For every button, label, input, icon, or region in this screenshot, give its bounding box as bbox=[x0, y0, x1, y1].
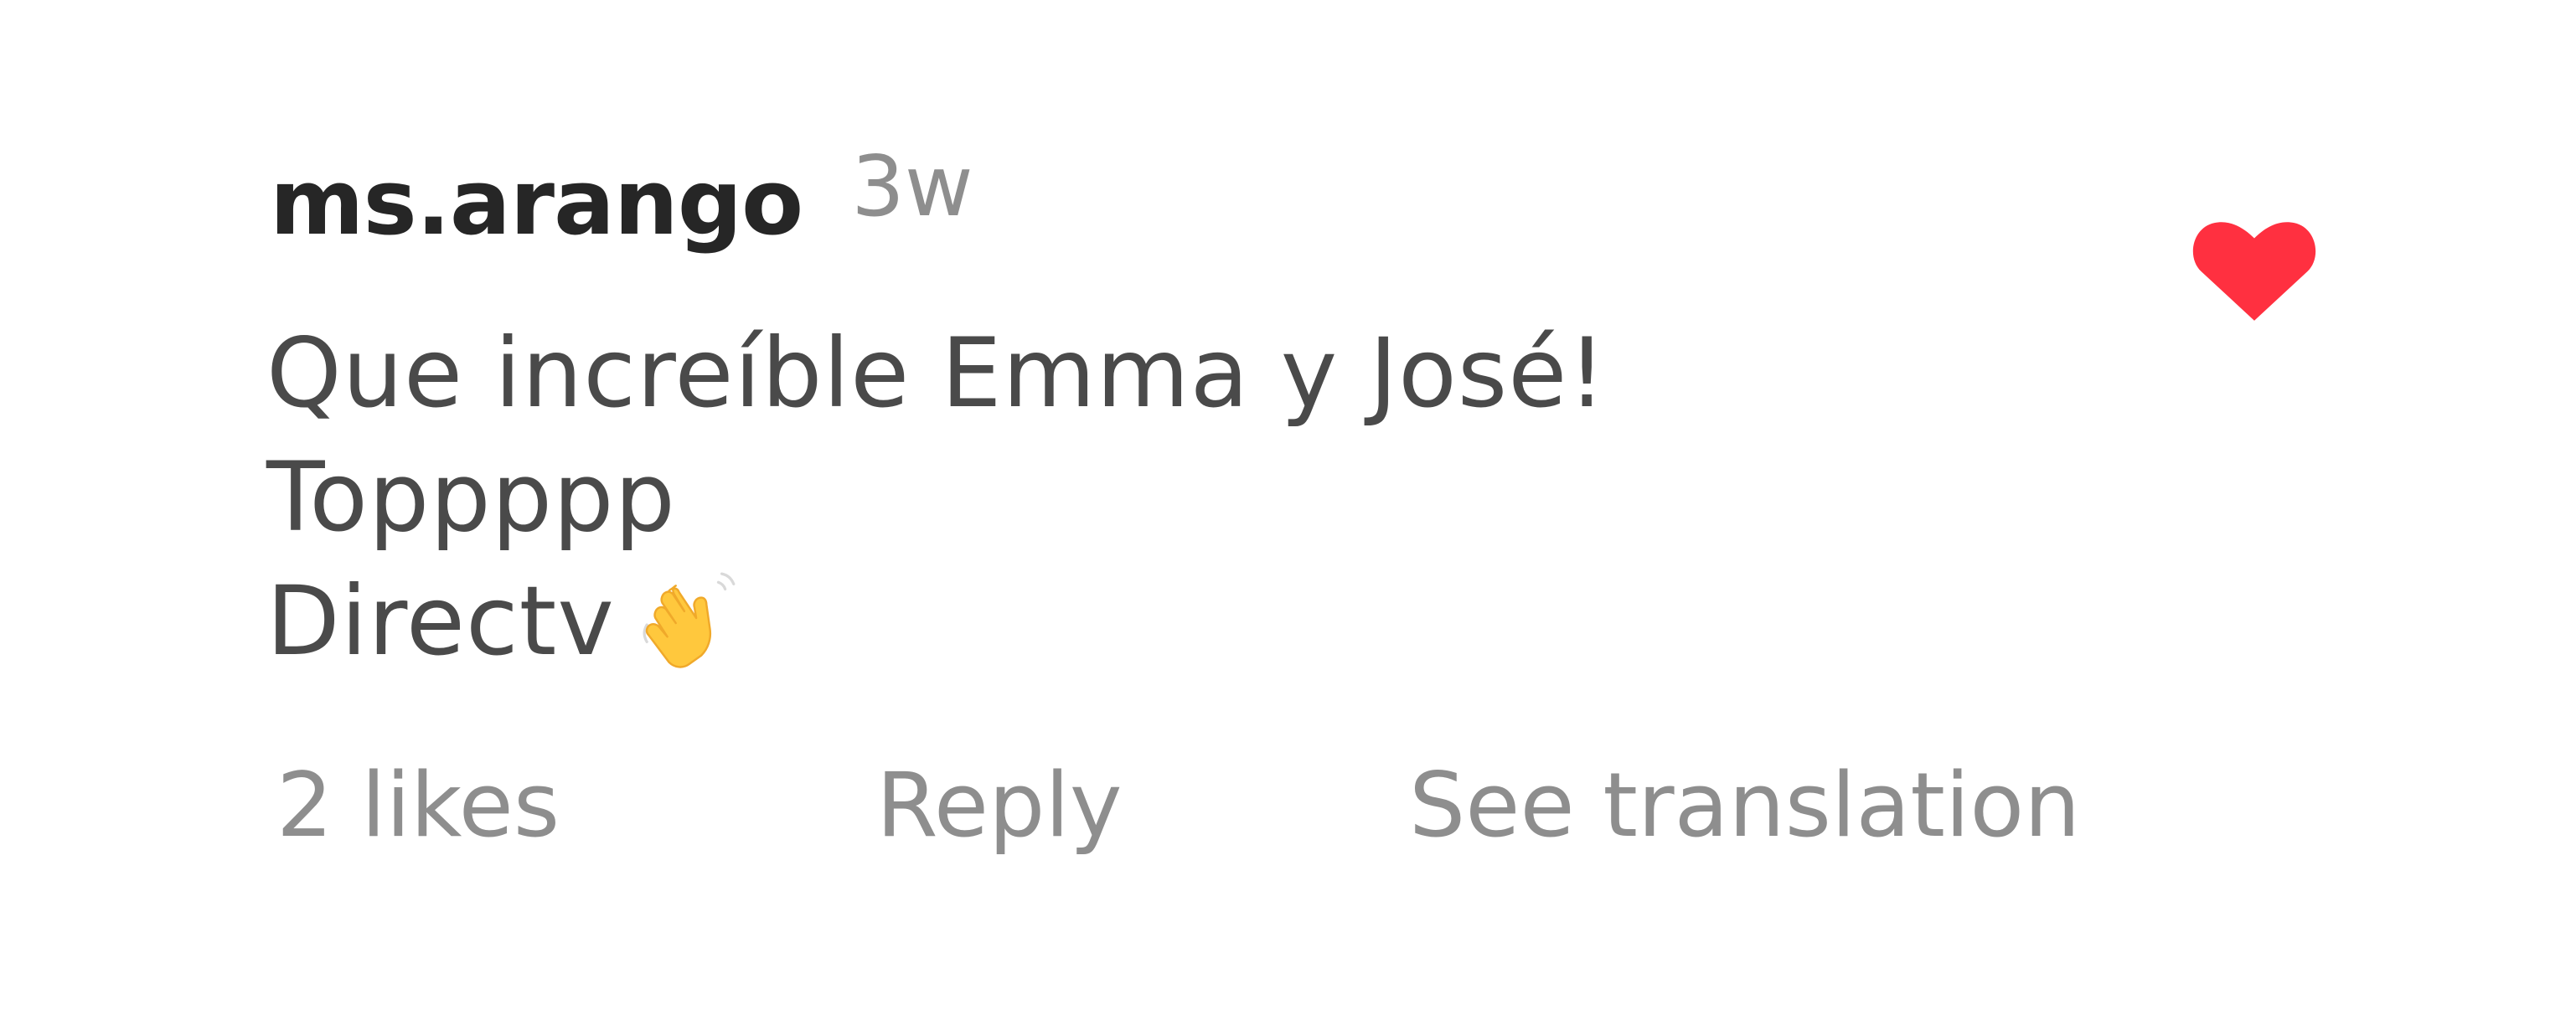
comment-actions: 2 likes Reply See translation bbox=[0, 754, 2576, 863]
comment-line: Que increíble Emma y José! bbox=[266, 317, 1608, 429]
comment-header: ms.arango 3w bbox=[270, 137, 973, 276]
comment-text: Que increíble Emma y José! Toppppp Direc… bbox=[266, 312, 2193, 683]
reply-button[interactable]: Reply bbox=[876, 754, 1123, 857]
comment-timestamp: 3w bbox=[851, 137, 973, 235]
comment-line-text: Directv bbox=[266, 565, 615, 677]
heart-icon[interactable] bbox=[2190, 214, 2319, 323]
username-link[interactable]: ms.arango bbox=[270, 151, 803, 255]
see-translation-button[interactable]: See translation bbox=[1409, 754, 2080, 857]
comment-line: Directv bbox=[266, 559, 2193, 683]
comment: ms.arango 3w Que increíble Emma y José! … bbox=[0, 0, 2576, 1010]
comment-line: Toppppp bbox=[266, 441, 676, 553]
waving-hand-emoji-icon bbox=[643, 572, 736, 668]
likes-count-link[interactable]: 2 likes bbox=[276, 754, 560, 857]
